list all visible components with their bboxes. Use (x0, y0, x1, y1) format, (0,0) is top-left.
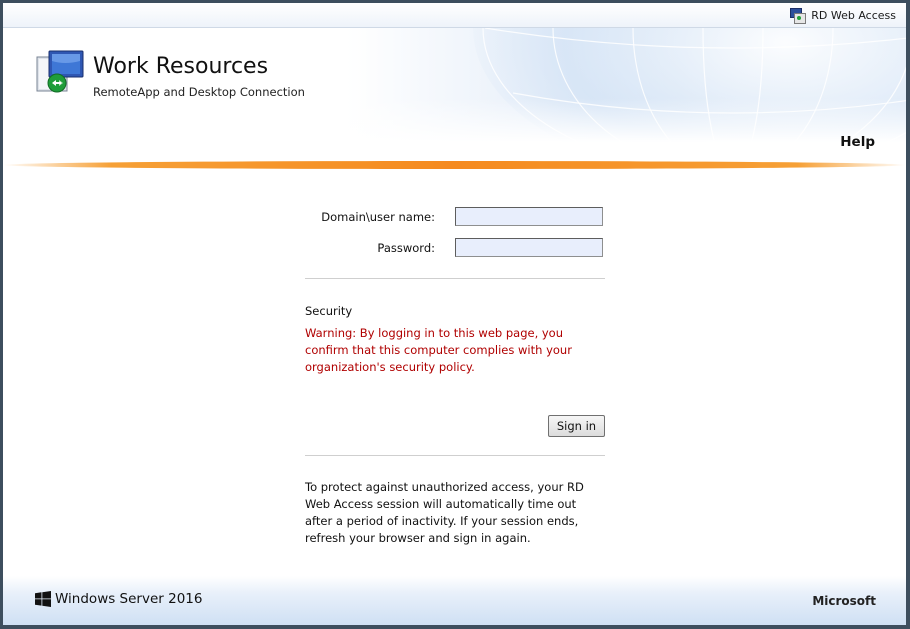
sign-in-button[interactable]: Sign in (548, 415, 605, 437)
page-title: Work Resources (93, 54, 269, 79)
form-divider-bottom (305, 455, 605, 456)
microsoft-brand: Microsoft (812, 594, 876, 608)
help-link[interactable]: Help (840, 134, 875, 150)
header-banner: Work Resources RemoteApp and Desktop Con… (3, 28, 906, 161)
footer-bar: Windows Server 2016 Microsoft (3, 576, 906, 625)
rd-web-access-label: RD Web Access (811, 8, 896, 22)
rd-web-access-icon (790, 7, 807, 24)
remoteapp-computer-icon (36, 50, 84, 93)
session-timeout-note: To protect against unauthorized access, … (305, 480, 584, 545)
windows-logo-icon (35, 591, 51, 607)
security-warning: Warning: By logging in to this web page,… (305, 326, 572, 374)
password-input[interactable] (455, 238, 603, 257)
form-divider-top (305, 278, 605, 279)
rd-web-access-page: RD Web Access Work Resources RemoteApp a… (3, 3, 906, 625)
os-name-label: Windows Server 2016 (55, 591, 203, 607)
top-bar: RD Web Access (3, 3, 906, 28)
orange-divider (3, 161, 906, 169)
password-label: Password: (377, 241, 435, 255)
username-label: Domain\user name: (321, 210, 435, 224)
username-input[interactable] (455, 207, 603, 226)
rd-web-access-brand: RD Web Access (790, 7, 896, 24)
security-heading: Security (305, 304, 353, 318)
username-row: Domain\user name: (305, 205, 605, 229)
page-subtitle: RemoteApp and Desktop Connection (93, 85, 305, 99)
password-row: Password: (305, 236, 605, 260)
